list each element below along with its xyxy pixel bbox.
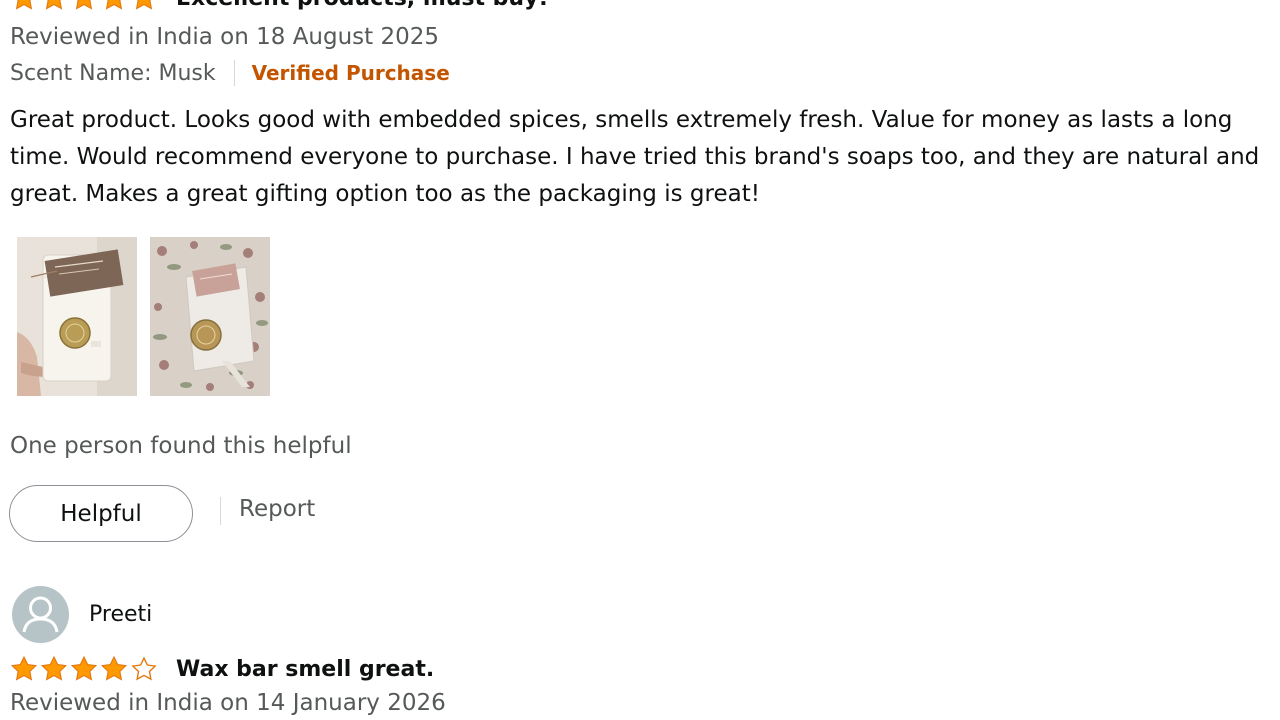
star-full-icon: [105, 0, 123, 10]
review-1-title[interactable]: Excellent products, must buy!: [176, 0, 548, 11]
helpful-count-text: One person found this helpful: [10, 433, 352, 459]
review-2-title[interactable]: Wax bar smell great.: [176, 657, 434, 682]
review-1-star-rating[interactable]: [10, 0, 158, 12]
star-full-icon: [10, 655, 38, 681]
review-1-images: [17, 237, 270, 396]
star-full-icon: [100, 655, 128, 681]
divider: [220, 497, 221, 525]
star-full-icon: [70, 655, 98, 681]
verified-purchase-badge: Verified Purchase: [251, 61, 450, 85]
star-full-icon: [45, 0, 63, 10]
star-full-icon: [135, 0, 153, 10]
reviewer-name: Preeti: [89, 602, 153, 627]
reviews-page: Excellent products, must buy! Reviewed i…: [0, 0, 1280, 720]
star-full-icon: [40, 655, 68, 681]
review-2-star-rating[interactable]: [10, 655, 158, 683]
review-1-body: Great product. Looks good with embedded …: [10, 107, 1260, 207]
star-full-icon: [75, 0, 93, 10]
review-2-header: Wax bar smell great.: [10, 655, 434, 683]
helpful-button[interactable]: Helpful: [9, 485, 193, 542]
review-2-date: Reviewed in India on 14 January 2026: [10, 690, 446, 716]
star-empty-icon: [131, 656, 157, 681]
star-full-icon: [15, 0, 33, 10]
review-1-variant[interactable]: Scent Name: Musk: [10, 61, 216, 86]
report-link[interactable]: Report: [239, 496, 315, 522]
divider: [233, 60, 235, 86]
review-image-thumbnail[interactable]: [17, 237, 137, 396]
review-1-header: Excellent products, must buy!: [10, 0, 548, 12]
default-user-avatar-icon: [12, 586, 69, 643]
review-image-thumbnail[interactable]: [150, 237, 270, 396]
review-1-variant-row: Scent Name: Musk Verified Purchase: [10, 60, 450, 86]
review-1-date: Reviewed in India on 18 August 2025: [10, 24, 440, 50]
review-2-reviewer[interactable]: Preeti: [12, 586, 152, 643]
